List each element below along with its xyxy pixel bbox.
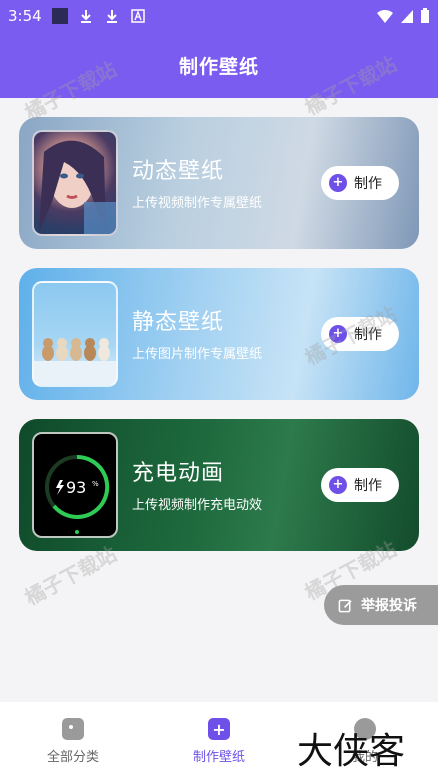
battery-icon (421, 8, 429, 23)
battery-ring-icon: 93 % (45, 454, 110, 534)
card-title: 静态壁纸 (132, 310, 225, 335)
app-notification-icon (51, 8, 68, 24)
status-time: 3:54 (8, 7, 42, 25)
card-subtitle: 上传视频制作专属壁纸 (132, 196, 263, 211)
card-title: 动态壁纸 (132, 159, 225, 184)
make-static-wallpaper-button[interactable]: + 制作 (321, 317, 399, 351)
plus-icon: + (329, 174, 347, 192)
charging-animation-thumbnail: 93 % (32, 432, 118, 538)
font-icon (130, 9, 145, 23)
tab-label: 制作壁纸 (192, 750, 245, 765)
card-subtitle: 上传图片制作专属壁纸 (132, 347, 263, 362)
live-wallpaper-card[interactable]: 动态壁纸 上传视频制作专属壁纸 + 制作 (19, 117, 419, 249)
report-button[interactable]: 举报投诉 (324, 585, 438, 625)
download-icon (80, 10, 91, 23)
card-subtitle: 上传视频制作充电动效 (132, 498, 263, 513)
download-icon (106, 10, 117, 23)
make-charging-animation-button[interactable]: + 制作 (321, 468, 399, 502)
edit-icon (338, 599, 352, 612)
button-label: 制作 (354, 176, 382, 192)
plus-icon: + (329, 325, 347, 343)
static-wallpaper-card[interactable]: 静态壁纸 上传图片制作专属壁纸 + 制作 (19, 268, 419, 400)
static-wallpaper-thumbnail (32, 281, 118, 387)
brand-watermark: 大侠客 (297, 731, 406, 772)
wifi-icon (377, 9, 393, 23)
button-label: 制作 (354, 478, 382, 494)
card-title: 充电动画 (132, 461, 225, 486)
page-title: 制作壁纸 (178, 55, 259, 78)
portrait-image (39, 140, 116, 234)
category-icon (62, 718, 84, 740)
plus-icon: + (329, 476, 347, 494)
report-label: 举报投诉 (361, 598, 417, 614)
tab-make-wallpaper[interactable]: + 制作壁纸 (146, 702, 292, 780)
battery-percent: 93 (66, 478, 86, 497)
plus-square-icon: + (208, 718, 230, 740)
make-live-wallpaper-button[interactable]: + 制作 (321, 166, 399, 200)
battery-percent-unit: % (92, 480, 99, 488)
cats-image (34, 338, 116, 385)
tab-all-categories[interactable]: 全部分类 (0, 702, 146, 780)
signal-icon (401, 10, 413, 23)
charging-animation-card[interactable]: 93 % 充电动画 上传视频制作充电动效 + 制作 (19, 419, 419, 551)
status-bar: 3:54 (0, 0, 438, 32)
app-bar: 制作壁纸 (0, 32, 438, 98)
tab-label: 全部分类 (46, 750, 99, 765)
live-wallpaper-thumbnail (32, 130, 118, 236)
button-label: 制作 (354, 327, 382, 343)
